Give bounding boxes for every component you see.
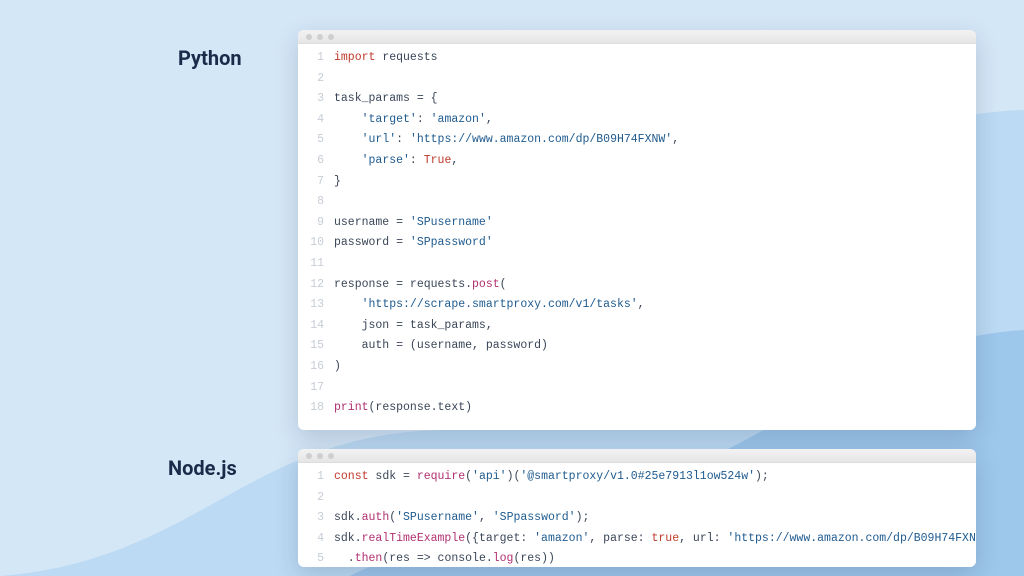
window-dot-icon xyxy=(306,453,312,459)
window-dot-icon xyxy=(317,453,323,459)
window-titlebar xyxy=(298,30,976,44)
window-dot-icon xyxy=(328,34,334,40)
nodejs-gutter: 123456 xyxy=(298,467,334,567)
nodejs-code-window: 123456 const sdk = require('api')('@smar… xyxy=(298,449,976,567)
window-titlebar xyxy=(298,449,976,463)
nodejs-label: Node.js xyxy=(168,456,237,480)
nodejs-lines: const sdk = require('api')('@smartproxy/… xyxy=(334,467,976,567)
python-gutter: 123456789101112131415161718 xyxy=(298,48,334,419)
python-lines: import requests task_params = { 'target'… xyxy=(334,48,679,419)
window-dot-icon xyxy=(328,453,334,459)
window-dot-icon xyxy=(317,34,323,40)
python-code-body: 123456789101112131415161718 import reque… xyxy=(298,44,976,425)
nodejs-code-body: 123456 const sdk = require('api')('@smar… xyxy=(298,463,976,567)
python-label: Python xyxy=(178,46,242,70)
window-dot-icon xyxy=(306,34,312,40)
python-code-window: 123456789101112131415161718 import reque… xyxy=(298,30,976,430)
